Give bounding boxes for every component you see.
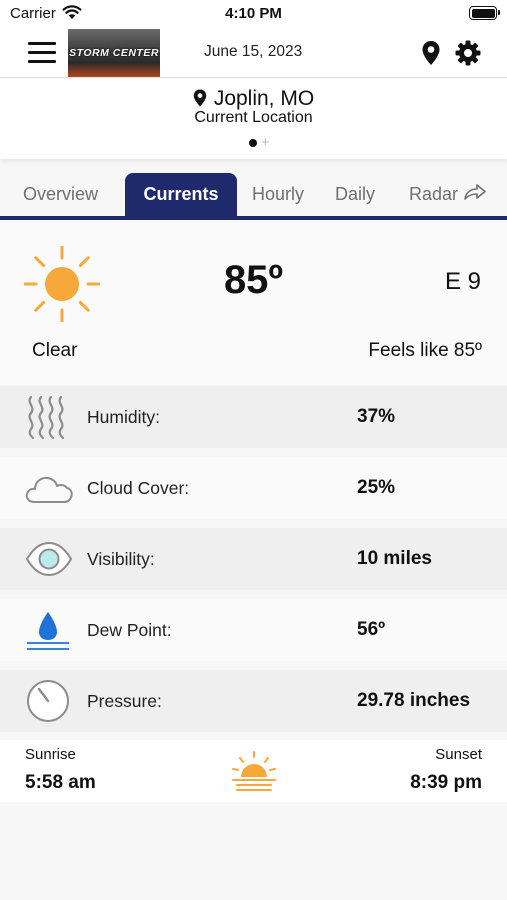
location-title: Joplin, MO [0, 87, 507, 111]
add-location-icon[interactable]: + [261, 134, 270, 151]
menu-button[interactable] [28, 42, 56, 64]
app-header: STORM CENTER June 15, 2023 [0, 28, 507, 78]
humidity-row: Humidity: 37% [0, 386, 507, 448]
page-dot-active[interactable] [249, 139, 257, 147]
tab-hourly[interactable]: Hourly [252, 173, 304, 216]
location-name: Joplin, MO [213, 87, 315, 110]
tab-radar[interactable]: Radar [409, 173, 487, 216]
pressure-label: Pressure: [87, 691, 162, 711]
humidity-icon [28, 395, 65, 440]
current-conditions: 85º E 9 Clear Feels like 85º [0, 220, 507, 385]
clock-time: 4:10 PM [225, 5, 282, 22]
menu-bar-icon [28, 60, 56, 63]
humidity-value: 37% [357, 406, 396, 427]
current-temperature: 85º [223, 258, 284, 302]
gauge-icon [27, 680, 69, 722]
cloud-cover-label: Cloud Cover: [87, 478, 190, 498]
tab-radar-label: Radar [409, 184, 459, 204]
tab-currents[interactable]: Currents [125, 173, 237, 216]
humidity-label: Humidity: [87, 407, 160, 427]
visibility-label: Visibility: [87, 549, 155, 569]
visibility-value: 10 miles [357, 548, 432, 569]
visibility-row: Visibility: 10 miles [0, 528, 507, 590]
dew-point-row: Dew Point: 56º [0, 599, 507, 661]
water-drop-icon [27, 612, 69, 650]
sunrise-sunset: Sunrise 5:58 am Sunset 8:39 pm [0, 740, 507, 802]
sunrise-time: 5:58 am [25, 772, 96, 793]
logo-text: STORM CENTER [69, 47, 159, 59]
settings-gear-button[interactable] [455, 40, 481, 66]
cloud-cover-value: 25% [357, 477, 396, 498]
sunrise-label: Sunrise [25, 746, 76, 763]
header-date: June 15, 2023 [204, 43, 303, 60]
sunset-label: Sunset [435, 746, 482, 763]
eye-icon [25, 541, 73, 577]
wind-speed: E 9 [444, 268, 481, 295]
menu-bar-icon [28, 51, 56, 54]
location-subtitle: Current Location [194, 109, 313, 126]
menu-bar-icon [28, 42, 56, 45]
sunset-icon [232, 751, 276, 791]
pressure-row: Pressure: 29.78 inches [0, 670, 507, 732]
location-panel[interactable]: Joplin, MO Current Location + [0, 79, 507, 159]
feels-like: Feels like 85º [368, 340, 482, 361]
tab-bar: Overview Currents Hourly Daily Radar [0, 173, 507, 218]
dew-point-label: Dew Point: [87, 620, 172, 640]
pressure-value: 29.78 inches [357, 690, 471, 711]
location-pin-icon [193, 89, 207, 107]
battery-icon [469, 6, 500, 20]
tab-daily[interactable]: Daily [335, 173, 375, 216]
storm-center-logo[interactable]: STORM CENTER [68, 29, 160, 77]
status-bar: Carrier 4:10 PM [0, 0, 507, 28]
location-pin-button[interactable] [421, 40, 441, 66]
cloud-icon [25, 476, 73, 503]
dew-point-value: 56º [357, 619, 386, 640]
share-arrow-icon [464, 184, 486, 200]
sunset-time: 8:39 pm [410, 772, 482, 793]
condition-text: Clear [32, 340, 78, 361]
cloud-cover-row: Cloud Cover: 25% [0, 457, 507, 519]
tab-overview[interactable]: Overview [23, 173, 98, 216]
